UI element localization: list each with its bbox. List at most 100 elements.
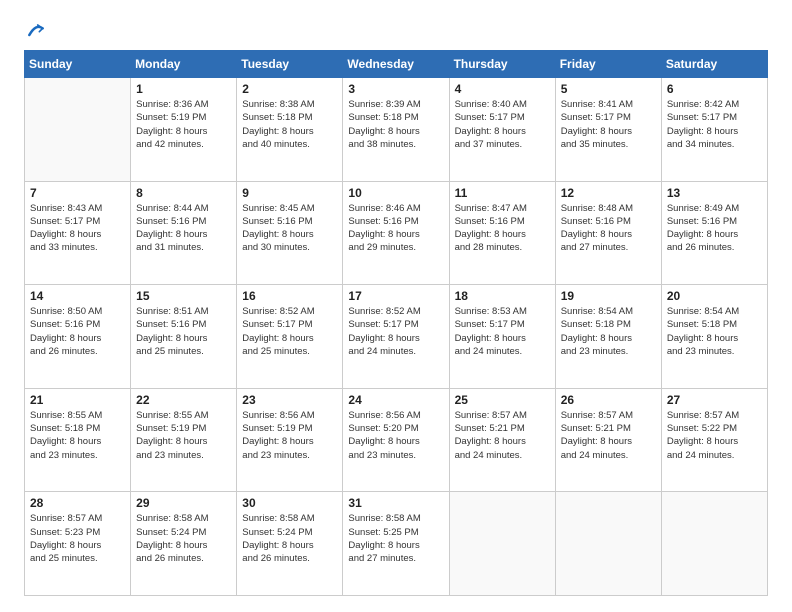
day-number: 29	[136, 496, 231, 510]
day-number: 3	[348, 82, 443, 96]
calendar-cell	[661, 492, 767, 596]
day-info: Sunrise: 8:49 AM Sunset: 5:16 PM Dayligh…	[667, 202, 762, 255]
calendar-table: SundayMondayTuesdayWednesdayThursdayFrid…	[24, 50, 768, 596]
day-info: Sunrise: 8:57 AM Sunset: 5:22 PM Dayligh…	[667, 409, 762, 462]
day-number: 20	[667, 289, 762, 303]
day-number: 18	[455, 289, 550, 303]
calendar-week-row: 7 Sunrise: 8:43 AM Sunset: 5:17 PM Daylig…	[25, 181, 768, 285]
day-info: Sunrise: 8:52 AM Sunset: 5:17 PM Dayligh…	[348, 305, 443, 358]
calendar-cell: 31 Sunrise: 8:58 AM Sunset: 5:25 PM Dayli…	[343, 492, 449, 596]
day-info: Sunrise: 8:50 AM Sunset: 5:16 PM Dayligh…	[30, 305, 125, 358]
calendar-cell: 5Sunrise: 8:41 AM Sunset: 5:17 PM Daylig…	[555, 78, 661, 182]
calendar-cell: 8Sunrise: 8:44 AM Sunset: 5:16 PM Daylig…	[131, 181, 237, 285]
calendar-cell: 7 Sunrise: 8:43 AM Sunset: 5:17 PM Daylig…	[25, 181, 131, 285]
header	[24, 20, 768, 40]
day-number: 15	[136, 289, 231, 303]
day-number: 24	[348, 393, 443, 407]
day-of-week-header: Friday	[555, 51, 661, 78]
calendar-cell: 14 Sunrise: 8:50 AM Sunset: 5:16 PM Dayli…	[25, 285, 131, 389]
day-info: Sunrise: 8:56 AM Sunset: 5:20 PM Dayligh…	[348, 409, 443, 462]
day-info: Sunrise: 8:57 AM Sunset: 5:21 PM Dayligh…	[561, 409, 656, 462]
calendar-cell: 4 Sunrise: 8:40 AM Sunset: 5:17 PM Daylig…	[449, 78, 555, 182]
calendar-cell: 12 Sunrise: 8:48 AM Sunset: 5:16 PM Dayli…	[555, 181, 661, 285]
day-info: Sunrise: 8:42 AM Sunset: 5:17 PM Dayligh…	[667, 98, 762, 151]
day-info: Sunrise: 8:46 AM Sunset: 5:16 PM Dayligh…	[348, 202, 443, 255]
day-info: Sunrise: 8:43 AM Sunset: 5:17 PM Dayligh…	[30, 202, 125, 255]
day-of-week-header: Wednesday	[343, 51, 449, 78]
day-number: 14	[30, 289, 125, 303]
day-number: 10	[348, 186, 443, 200]
day-info: Sunrise: 8:48 AM Sunset: 5:16 PM Dayligh…	[561, 202, 656, 255]
calendar-cell: 22 Sunrise: 8:55 AM Sunset: 5:19 PM Dayli…	[131, 388, 237, 492]
calendar-cell: 30Sunrise: 8:58 AM Sunset: 5:24 PM Dayli…	[237, 492, 343, 596]
day-info: Sunrise: 8:58 AM Sunset: 5:25 PM Dayligh…	[348, 512, 443, 565]
day-info: Sunrise: 8:55 AM Sunset: 5:19 PM Dayligh…	[136, 409, 231, 462]
day-info: Sunrise: 8:36 AM Sunset: 5:19 PM Dayligh…	[136, 98, 231, 151]
day-info: Sunrise: 8:44 AM Sunset: 5:16 PM Dayligh…	[136, 202, 231, 255]
day-info: Sunrise: 8:53 AM Sunset: 5:17 PM Dayligh…	[455, 305, 550, 358]
day-of-week-header: Saturday	[661, 51, 767, 78]
day-info: Sunrise: 8:57 AM Sunset: 5:21 PM Dayligh…	[455, 409, 550, 462]
calendar-cell: 3 Sunrise: 8:39 AM Sunset: 5:18 PM Daylig…	[343, 78, 449, 182]
day-number: 16	[242, 289, 337, 303]
calendar-cell: 20 Sunrise: 8:54 AM Sunset: 5:18 PM Dayli…	[661, 285, 767, 389]
day-number: 22	[136, 393, 231, 407]
day-number: 13	[667, 186, 762, 200]
day-of-week-header: Sunday	[25, 51, 131, 78]
calendar-cell: 26 Sunrise: 8:57 AM Sunset: 5:21 PM Dayli…	[555, 388, 661, 492]
calendar-cell: 18 Sunrise: 8:53 AM Sunset: 5:17 PM Dayli…	[449, 285, 555, 389]
day-info: Sunrise: 8:38 AM Sunset: 5:18 PM Dayligh…	[242, 98, 337, 151]
calendar-cell: 24 Sunrise: 8:56 AM Sunset: 5:20 PM Dayli…	[343, 388, 449, 492]
calendar-cell: 6 Sunrise: 8:42 AM Sunset: 5:17 PM Daylig…	[661, 78, 767, 182]
calendar-cell	[449, 492, 555, 596]
day-info: Sunrise: 8:57 AM Sunset: 5:23 PM Dayligh…	[30, 512, 125, 565]
day-number: 1	[136, 82, 231, 96]
page: SundayMondayTuesdayWednesdayThursdayFrid…	[0, 0, 792, 612]
day-number: 4	[455, 82, 550, 96]
day-number: 12	[561, 186, 656, 200]
day-number: 2	[242, 82, 337, 96]
day-number: 23	[242, 393, 337, 407]
day-info: Sunrise: 8:45 AM Sunset: 5:16 PM Dayligh…	[242, 202, 337, 255]
day-info: Sunrise: 8:40 AM Sunset: 5:17 PM Dayligh…	[455, 98, 550, 151]
day-number: 21	[30, 393, 125, 407]
logo	[24, 20, 46, 40]
day-number: 11	[455, 186, 550, 200]
day-number: 9	[242, 186, 337, 200]
calendar-cell: 21 Sunrise: 8:55 AM Sunset: 5:18 PM Dayli…	[25, 388, 131, 492]
day-number: 31	[348, 496, 443, 510]
day-of-week-header: Thursday	[449, 51, 555, 78]
day-info: Sunrise: 8:54 AM Sunset: 5:18 PM Dayligh…	[561, 305, 656, 358]
logo-icon	[26, 20, 46, 40]
calendar-cell: 17 Sunrise: 8:52 AM Sunset: 5:17 PM Dayli…	[343, 285, 449, 389]
day-info: Sunrise: 8:47 AM Sunset: 5:16 PM Dayligh…	[455, 202, 550, 255]
calendar-cell: 25 Sunrise: 8:57 AM Sunset: 5:21 PM Dayli…	[449, 388, 555, 492]
calendar-cell: 29 Sunrise: 8:58 AM Sunset: 5:24 PM Dayli…	[131, 492, 237, 596]
day-number: 6	[667, 82, 762, 96]
calendar-cell: 13 Sunrise: 8:49 AM Sunset: 5:16 PM Dayli…	[661, 181, 767, 285]
day-number: 7	[30, 186, 125, 200]
day-number: 30	[242, 496, 337, 510]
calendar-cell	[25, 78, 131, 182]
day-number: 25	[455, 393, 550, 407]
calendar-cell: 10 Sunrise: 8:46 AM Sunset: 5:16 PM Dayli…	[343, 181, 449, 285]
day-info: Sunrise: 8:54 AM Sunset: 5:18 PM Dayligh…	[667, 305, 762, 358]
calendar-week-row: 21 Sunrise: 8:55 AM Sunset: 5:18 PM Dayli…	[25, 388, 768, 492]
day-number: 28	[30, 496, 125, 510]
day-number: 27	[667, 393, 762, 407]
day-number: 19	[561, 289, 656, 303]
day-of-week-header: Tuesday	[237, 51, 343, 78]
day-number: 17	[348, 289, 443, 303]
calendar-week-row: 28 Sunrise: 8:57 AM Sunset: 5:23 PM Dayli…	[25, 492, 768, 596]
calendar-cell: 1 Sunrise: 8:36 AM Sunset: 5:19 PM Daylig…	[131, 78, 237, 182]
day-info: Sunrise: 8:41 AM Sunset: 5:17 PM Dayligh…	[561, 98, 656, 151]
day-info: Sunrise: 8:51 AM Sunset: 5:16 PM Dayligh…	[136, 305, 231, 358]
calendar-cell: 23 Sunrise: 8:56 AM Sunset: 5:19 PM Dayli…	[237, 388, 343, 492]
day-info: Sunrise: 8:39 AM Sunset: 5:18 PM Dayligh…	[348, 98, 443, 151]
calendar-week-row: 1 Sunrise: 8:36 AM Sunset: 5:19 PM Daylig…	[25, 78, 768, 182]
day-info: Sunrise: 8:55 AM Sunset: 5:18 PM Dayligh…	[30, 409, 125, 462]
day-number: 26	[561, 393, 656, 407]
calendar-week-row: 14 Sunrise: 8:50 AM Sunset: 5:16 PM Dayli…	[25, 285, 768, 389]
day-info: Sunrise: 8:58 AM Sunset: 5:24 PM Dayligh…	[136, 512, 231, 565]
day-info: Sunrise: 8:56 AM Sunset: 5:19 PM Dayligh…	[242, 409, 337, 462]
